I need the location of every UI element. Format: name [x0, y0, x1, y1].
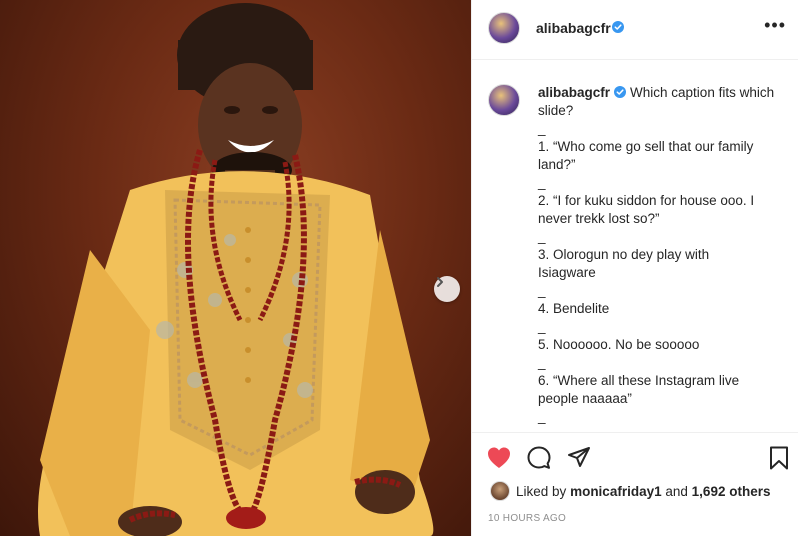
likes-others-count[interactable]: 1,692 others	[692, 484, 771, 499]
post-caption: alibabagcfr Which caption fits which slid…	[538, 84, 786, 426]
liked-by-and: and	[665, 484, 688, 499]
post-photo[interactable]	[0, 0, 471, 536]
caption-author-avatar[interactable]	[488, 84, 520, 116]
caption-line: _	[538, 409, 546, 424]
caption-line: _	[538, 121, 546, 136]
chevron-right-icon	[437, 277, 443, 287]
author-username[interactable]: alibabagcfr	[536, 20, 611, 36]
post-detail-panel: alibabagcfr ••• alibabagcfr Which caption…	[471, 0, 798, 536]
caption-scroll-area[interactable]: alibabagcfr Which caption fits which slid…	[472, 60, 798, 432]
caption-line: _	[538, 319, 546, 334]
caption-line: people naaaaa”	[538, 391, 632, 406]
caption-line: Isiagware	[538, 265, 596, 280]
post-photo-illustration	[38, 3, 434, 536]
caption-line: 1. “Who come go sell that our family	[538, 139, 754, 154]
caption-line: _	[538, 175, 546, 190]
caption-line: _	[538, 355, 546, 370]
likes-summary: Liked by monicafriday1 and 1,692 others	[516, 484, 770, 499]
post-header: alibabagcfr •••	[472, 0, 798, 60]
caption-line: Which caption fits which	[630, 85, 775, 100]
caption-line: 2. “I for kuku siddon for house ooo. I	[538, 193, 755, 208]
caption-username[interactable]: alibabagcfr	[538, 85, 610, 100]
caption-line: land?”	[538, 157, 576, 172]
caption-line: 6. “Where all these Instagram live	[538, 373, 740, 388]
verified-badge-icon	[612, 21, 624, 33]
more-options-icon[interactable]: •••	[764, 16, 786, 34]
next-slide-button[interactable]	[434, 276, 460, 302]
verified-badge-icon	[614, 86, 627, 98]
author-avatar[interactable]	[488, 12, 520, 44]
caption-line: slide?	[538, 103, 574, 118]
liker-avatar[interactable]	[490, 481, 510, 501]
heart-icon[interactable]	[486, 445, 512, 471]
comment-icon[interactable]	[526, 445, 552, 471]
caption-line: 4. Bendelite	[538, 301, 610, 316]
liker-username[interactable]: monicafriday1	[570, 484, 662, 499]
post-timestamp[interactable]: 10 HOURS AGO	[488, 513, 566, 524]
post-actions-section: Liked by monicafriday1 and 1,692 others …	[472, 432, 798, 536]
caption-line: _	[538, 229, 546, 244]
send-icon[interactable]	[566, 445, 592, 471]
liked-by-prefix: Liked by	[516, 484, 567, 499]
bookmark-icon[interactable]	[766, 445, 792, 471]
caption-line: 3. Olorogun no dey play with	[538, 247, 710, 262]
caption-line: _	[538, 283, 546, 298]
caption-line: never trekk lost so?”	[538, 211, 660, 226]
caption-line: 5. Noooooo. No be sooooo	[538, 337, 700, 352]
